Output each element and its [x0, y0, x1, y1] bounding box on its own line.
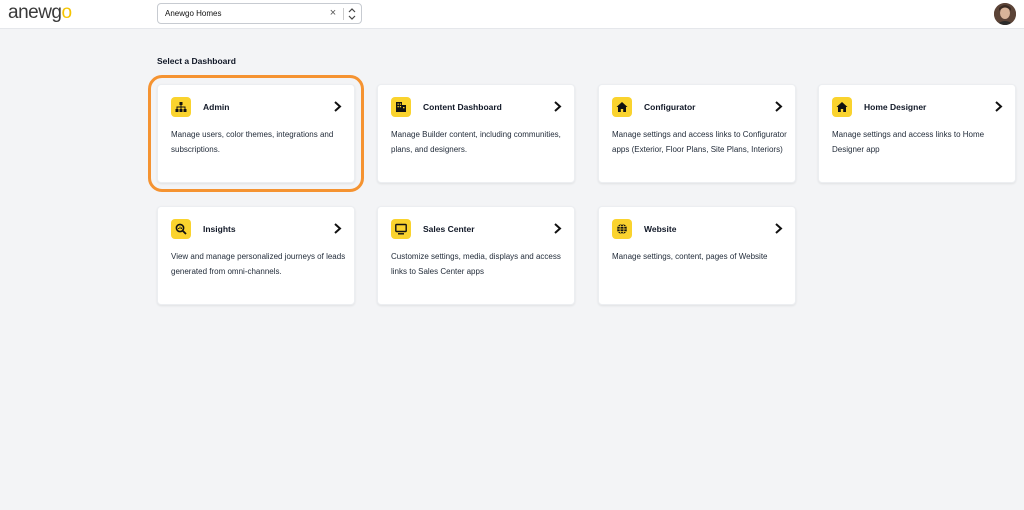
- dashboard-card-content-dashboard[interactable]: Content Dashboard Manage Builder content…: [377, 84, 575, 183]
- dashboard-card-admin[interactable]: Admin Manage users, color themes, integr…: [148, 75, 364, 192]
- card-description: Manage settings and access links to Conf…: [612, 130, 787, 154]
- card-title: Home Designer: [864, 102, 927, 112]
- chevron-right-icon[interactable]: [774, 100, 783, 113]
- card-description: Manage Builder content, including commun…: [391, 130, 561, 154]
- building-icon: [391, 97, 411, 117]
- card-title: Website: [644, 224, 677, 234]
- chevron-right-icon[interactable]: [553, 100, 562, 113]
- dashboard-card-home-designer[interactable]: Home Designer Manage settings and access…: [818, 84, 1016, 183]
- home-icon: [612, 97, 632, 117]
- anewgo-logo[interactable]: anewgo: [8, 2, 72, 24]
- globe-icon: [612, 219, 632, 239]
- search-insights-icon: [171, 219, 191, 239]
- dashboard-card-configurator[interactable]: Configurator Manage settings and access …: [598, 84, 796, 183]
- user-avatar[interactable]: [994, 3, 1016, 25]
- dashboard-card-insights[interactable]: Insights View and manage personalized jo…: [157, 206, 355, 305]
- card-title: Sales Center: [423, 224, 475, 234]
- card-title: Admin: [203, 102, 230, 112]
- org-chart-icon: [171, 97, 191, 117]
- chevron-right-icon[interactable]: [994, 100, 1003, 113]
- chevron-up-down-icon[interactable]: [346, 7, 358, 21]
- page-title: Select a Dashboard: [157, 56, 236, 66]
- card-title: Content Dashboard: [423, 102, 502, 112]
- card-description: Manage users, color themes, integrations…: [171, 130, 334, 154]
- organization-select-value: Anewgo Homes: [165, 9, 222, 18]
- select-divider: [343, 7, 344, 20]
- card-description: View and manage personalized journeys of…: [171, 252, 346, 276]
- chevron-right-icon[interactable]: [333, 100, 342, 113]
- monitor-icon: [391, 219, 411, 239]
- chevron-right-icon[interactable]: [774, 222, 783, 235]
- top-bar: anewgo Anewgo Homes ×: [0, 0, 1024, 29]
- card-description: Manage settings, content, pages of Websi…: [612, 252, 768, 261]
- card-title: Insights: [203, 224, 236, 234]
- card-title: Configurator: [644, 102, 696, 112]
- dashboard-card-website[interactable]: Website Manage settings, content, pages …: [598, 206, 796, 305]
- card-description: Customize settings, media, displays and …: [391, 252, 561, 276]
- chevron-right-icon[interactable]: [553, 222, 562, 235]
- card-description: Manage settings and access links to Home…: [832, 130, 985, 154]
- clear-icon[interactable]: ×: [327, 8, 339, 19]
- organization-select[interactable]: Anewgo Homes ×: [157, 3, 362, 24]
- dashboard-card-sales-center[interactable]: Sales Center Customize settings, media, …: [377, 206, 575, 305]
- chevron-right-icon[interactable]: [333, 222, 342, 235]
- home-icon: [832, 97, 852, 117]
